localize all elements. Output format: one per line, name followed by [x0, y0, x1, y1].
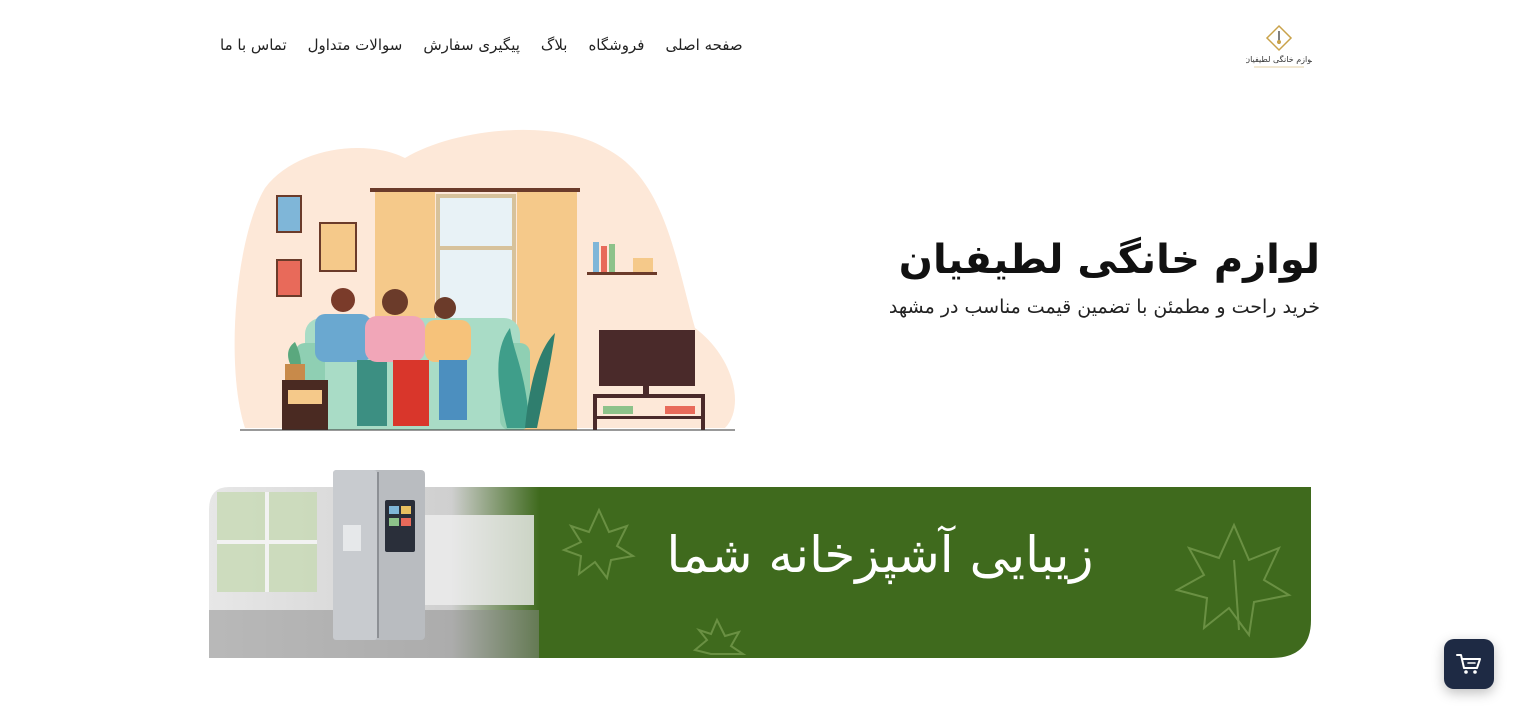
- nav-item-blog[interactable]: بلاگ: [541, 36, 568, 54]
- nav-item-shop[interactable]: فروشگاه: [588, 36, 644, 54]
- brand-logo[interactable]: لوازم خانگی لطیفیان: [1246, 22, 1312, 72]
- hero-text: لوازم خانگی لطیفیان خرید راحت و مطمئن با…: [800, 232, 1320, 318]
- cart-button[interactable]: [1444, 639, 1494, 689]
- nav-item-home[interactable]: صفحه اصلی: [665, 36, 742, 54]
- logo-text: لوازم خانگی لطیفیان: [1246, 54, 1312, 64]
- banner-text: زیبایی آشپزخانه شما: [666, 526, 1094, 584]
- main-nav: تماس با ما سوالات متداول پیگیری سفارش بل…: [220, 36, 743, 54]
- hero-illustration: [234, 129, 735, 431]
- hero-subtitle: خرید راحت و مطمئن با تضمین قیمت مناسب در…: [888, 296, 1320, 318]
- nav-item-contact[interactable]: تماس با ما: [220, 36, 287, 54]
- cart-icon: [1456, 654, 1481, 674]
- nav-item-order-tracking[interactable]: پیگیری سفارش: [423, 36, 520, 54]
- nav-item-faq[interactable]: سوالات متداول: [308, 36, 403, 54]
- hero-title: لوازم خانگی لطیفیان: [898, 237, 1320, 283]
